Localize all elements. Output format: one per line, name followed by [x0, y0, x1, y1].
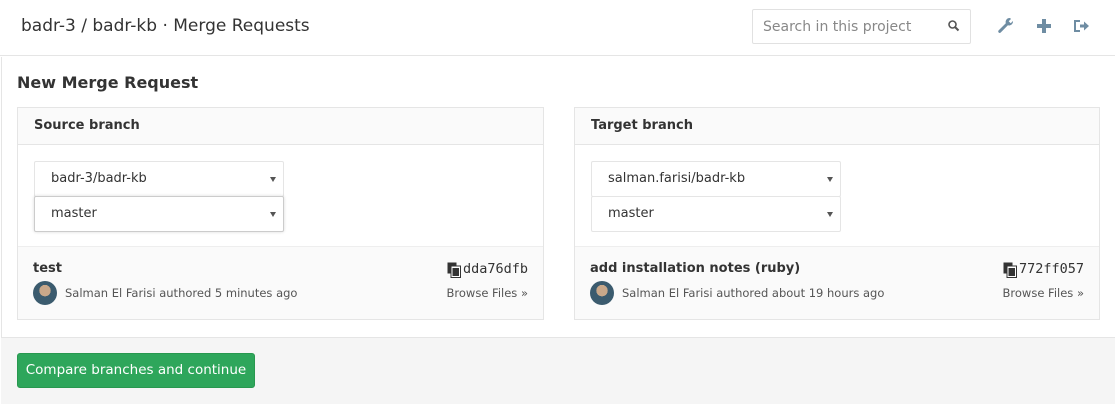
commit-author: Salman El Farisi authored 5 minutes ago — [65, 286, 298, 300]
panel-header: Source branch — [18, 108, 543, 145]
source-project-select[interactable]: badr-3/badr-kb — [34, 161, 284, 197]
page-title: badr-3 / badr-kb · Merge Requests — [21, 16, 310, 36]
compare-branches-button[interactable]: Compare branches and continue — [17, 353, 255, 388]
selected-value: master — [608, 206, 654, 221]
selected-value: salman.farisi/badr-kb — [608, 171, 746, 186]
browse-files-link[interactable]: Browse Files » — [447, 286, 528, 300]
avatar — [590, 281, 614, 305]
commit-author: Salman El Farisi authored about 19 hours… — [622, 286, 885, 300]
target-branch-panel: Target branch salman.farisi/badr-kb mast… — [574, 107, 1100, 320]
avatar — [33, 281, 57, 305]
search-box[interactable] — [752, 9, 971, 44]
source-branch-panel: Source branch badr-3/badr-kb master test… — [17, 107, 544, 320]
search-icon[interactable] — [947, 19, 961, 33]
target-branch-select[interactable]: master — [591, 196, 841, 232]
copy-icon[interactable] — [447, 262, 461, 278]
commit-title[interactable]: add installation notes (ruby) — [590, 261, 800, 276]
panel-header: Target branch — [575, 108, 1099, 145]
commit-title[interactable]: test — [33, 261, 62, 276]
commit-summary: test dda76dfb Salman El Farisi authored … — [18, 246, 543, 319]
selected-value: badr-3/badr-kb — [51, 171, 147, 186]
panel-heading: Target branch — [591, 118, 693, 133]
panel-heading: Source branch — [34, 118, 140, 133]
sign-out-icon[interactable] — [1071, 16, 1091, 36]
caret-down-icon — [827, 212, 833, 217]
caret-down-icon — [270, 212, 276, 217]
plus-icon[interactable] — [1034, 16, 1054, 36]
search-input[interactable] — [753, 10, 933, 43]
caret-down-icon — [827, 177, 833, 182]
commit-summary: add installation notes (ruby) 772ff057 S… — [575, 246, 1099, 319]
caret-down-icon — [270, 177, 276, 182]
section-title: New Merge Request — [17, 73, 199, 92]
commit-sha[interactable]: dda76dfb — [463, 261, 528, 277]
target-project-select[interactable]: salman.farisi/badr-kb — [591, 161, 841, 197]
top-navbar: badr-3 / badr-kb · Merge Requests — [0, 0, 1115, 56]
copy-icon[interactable] — [1003, 262, 1017, 278]
source-branch-select[interactable]: master — [34, 196, 284, 232]
selected-value: master — [51, 206, 97, 221]
wrench-icon[interactable] — [996, 16, 1016, 36]
commit-sha[interactable]: 772ff057 — [1019, 261, 1084, 277]
browse-files-link[interactable]: Browse Files » — [1003, 286, 1084, 300]
